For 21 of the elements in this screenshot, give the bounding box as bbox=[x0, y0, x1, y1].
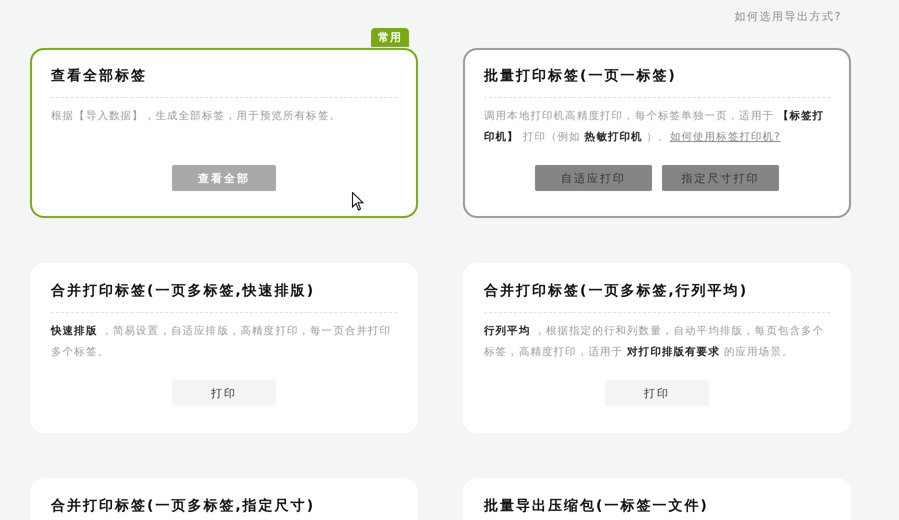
option-card[interactable]: 批量打印标签(一页一标签) 调用本地打印机高精度打印，每个标签单独一页，适用于 【标签打印机】 打印（例如 热敏打印机 ）。如何使用标签打印机? 自适应打印 指定尺寸打印 bbox=[463, 48, 851, 218]
card-title: 批量打印标签(一页一标签) bbox=[484, 67, 678, 86]
mouse-pointer-icon bbox=[352, 192, 364, 211]
card-title: 合并打印标签(一页多标签,行列平均) bbox=[484, 282, 750, 301]
help-link[interactable]: 如何使用标签打印机? bbox=[670, 131, 780, 143]
card-description: 调用本地打印机高精度打印，每个标签单独一页，适用于 【标签打印机】 打印（例如 热敏打印机 ）。如何使用标签打印机? bbox=[484, 109, 826, 145]
badge: 常用 bbox=[371, 28, 409, 47]
option-card[interactable]: 合并打印标签(一页多标签,指定尺寸) bbox=[30, 478, 418, 520]
card-title: 合并打印标签(一页多标签,指定尺寸) bbox=[51, 496, 316, 516]
card-title: 批量导出压缩包(一标签一文件) bbox=[484, 497, 710, 516]
card-title: 合并打印标签(一页多标签,快速排版) bbox=[51, 282, 316, 301]
option-card[interactable]: 合并打印标签(一页多标签,快速排版) 快速排版 ，简易设置，自适应排版，高精度打印，每一页合并打印多个标签。 打印 bbox=[30, 263, 418, 433]
card-description: 根据【导入数据】，生成全部标签，用于预览所有标签。 bbox=[51, 109, 342, 124]
action-button[interactable]: 打印 bbox=[172, 380, 276, 406]
option-card[interactable]: 合并打印标签(一页多标签,行列平均) 行列平均 ，根据指定的行和列数量，自动平均排版，每页包含多个标签，高精度打印，适用于 对打印排版有要求 的应用场景。 打印 bbox=[463, 263, 851, 433]
card-description: 行列平均 ，根据指定的行和列数量，自动平均排版，每页包含多个标签，高精度打印，适用于 对打印排版有要求 的应用场景。 bbox=[484, 324, 826, 360]
option-card[interactable]: 查看全部标签 根据【导入数据】，生成全部标签，用于预览所有标签。 查看全部 bbox=[30, 48, 418, 218]
option-card[interactable]: 批量导出压缩包(一标签一文件) bbox=[463, 478, 851, 520]
card-description: 快速排版 ，简易设置，自适应排版，高精度打印，每一页合并打印多个标签。 bbox=[51, 324, 392, 360]
card-title: 查看全部标签 bbox=[51, 66, 148, 86]
action-button[interactable]: 打印 bbox=[605, 380, 709, 406]
